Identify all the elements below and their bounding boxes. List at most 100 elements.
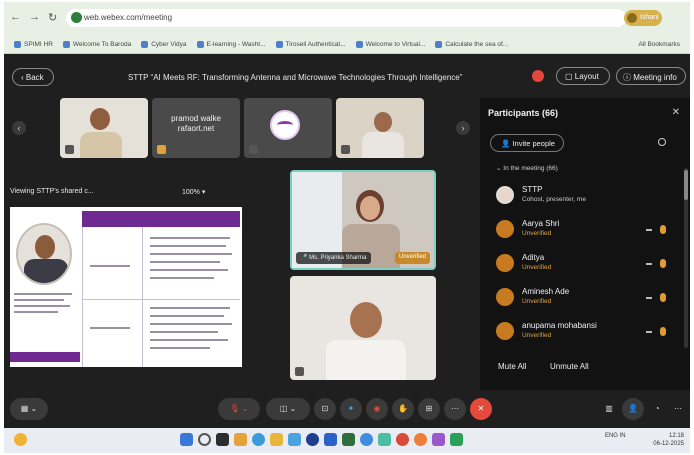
apps-button[interactable]: ⊞ — [418, 398, 440, 420]
search-icon[interactable] — [658, 138, 666, 146]
video-tile[interactable] — [244, 98, 332, 158]
photo-body — [24, 259, 68, 283]
back-button[interactable]: ‹ Back — [12, 68, 54, 86]
scrollbar-thumb[interactable] — [684, 170, 688, 200]
chrome-icon[interactable] — [396, 433, 409, 446]
bookmark-item[interactable]: Calculate the sea of... — [435, 40, 508, 48]
mic-status-icon — [249, 145, 258, 154]
slide-text-line — [150, 269, 228, 271]
mic-muted-icon[interactable] — [660, 259, 666, 268]
bookmark-icon — [355, 40, 363, 48]
share-button[interactable]: ⊡ — [314, 398, 336, 420]
video-tile[interactable] — [336, 98, 424, 158]
profile-label: Ishani — [640, 14, 659, 21]
file-explorer-icon[interactable] — [234, 433, 247, 446]
layout-button[interactable]: ▢ Layout — [556, 67, 610, 85]
participant-row[interactable]: Aarya Shri Unverified — [496, 216, 674, 246]
reactions-button[interactable]: ✋ — [392, 398, 414, 420]
participant-row[interactable]: Aditya Unverified — [496, 250, 674, 280]
weather-icon[interactable] — [14, 433, 27, 446]
start-icon[interactable] — [180, 433, 193, 446]
lang-indicator: ENG IN — [604, 433, 626, 439]
chat-bubble-icon[interactable]: ◔ — [648, 398, 666, 420]
slide-text-line — [150, 339, 228, 341]
close-icon[interactable]: ✕ — [672, 107, 680, 118]
invite-people-button[interactable]: 👤 Invite people — [490, 134, 564, 152]
view-options-button[interactable]: ▦ ⌄ — [10, 398, 48, 420]
recording-icon[interactable] — [532, 70, 544, 82]
section-label[interactable]: ⌄ In the meeting (66) — [496, 164, 558, 172]
bookmark-item[interactable]: Cyber Vidya — [141, 40, 187, 48]
back-arrow-icon[interactable]: ← — [10, 11, 21, 24]
more-panels-icon[interactable]: ⋯ — [670, 398, 686, 420]
excel-icon[interactable] — [342, 433, 355, 446]
forward-arrow-icon[interactable]: → — [29, 11, 40, 24]
meeting-info-button[interactable]: ⓘ Meeting info — [616, 67, 686, 85]
participant-row[interactable]: STTP Cohost, presenter, me — [496, 182, 674, 212]
app-icon[interactable] — [378, 433, 391, 446]
video-tile[interactable]: pramod walke rafaort.net — [152, 98, 240, 158]
camera-off-icon — [646, 229, 652, 231]
site-info-icon[interactable] — [71, 12, 82, 23]
zoom-level[interactable]: 100% ▾ — [182, 188, 205, 196]
search-icon[interactable] — [198, 433, 211, 446]
slide-text-line — [14, 299, 64, 301]
more-options-button[interactable]: ⋯ — [444, 398, 466, 420]
participant-row[interactable]: anupama mohabansi Unverified — [496, 318, 674, 348]
avatar — [496, 220, 514, 238]
video-button[interactable]: ◫ ⌄ — [266, 398, 310, 420]
participant-row[interactable]: Aminesh Ade Unverified — [496, 284, 674, 314]
bookmark-item[interactable]: Welcome to Virtual... — [355, 40, 425, 48]
bookmark-item[interactable]: Tirosell Authenticat... — [275, 40, 346, 48]
participant-name: Aminesh Ade — [522, 287, 570, 296]
strip-prev-icon[interactable]: ‹ — [12, 121, 26, 135]
participant-face — [90, 108, 110, 130]
avatar — [496, 322, 514, 340]
participants-button[interactable]: 👤 — [622, 398, 644, 420]
reload-icon[interactable]: ↻ — [48, 11, 57, 24]
address-bar[interactable]: web.webex.com/meeting — [66, 9, 626, 27]
webex-icon[interactable] — [360, 433, 373, 446]
app-icon[interactable] — [414, 433, 427, 446]
mic-muted-icon[interactable] — [660, 225, 666, 234]
share-caption: Viewing STTP's shared c... — [10, 188, 94, 195]
slide-column-divider — [142, 227, 143, 367]
mute-all-button[interactable]: Mute All — [498, 362, 526, 371]
video-tile[interactable] — [290, 276, 436, 380]
video-tile[interactable] — [60, 98, 148, 158]
profile-button[interactable]: Ishani — [624, 10, 662, 26]
store-icon[interactable] — [288, 433, 301, 446]
system-tray[interactable]: ENG IN 12:18 06-12-2025 — [605, 432, 684, 448]
bookmark-item[interactable]: SPIMI HR — [14, 40, 53, 48]
mic-muted-icon[interactable] — [660, 293, 666, 302]
app-icon[interactable] — [432, 433, 445, 446]
camera-off-icon — [646, 331, 652, 333]
ai-assistant-icon[interactable]: ✦ — [340, 398, 362, 420]
bookmark-item[interactable]: E-learning - Washt... — [196, 40, 266, 48]
all-bookmarks[interactable]: All Bookmarks — [638, 41, 680, 48]
logo-mark — [277, 121, 293, 129]
mic-muted-icon[interactable] — [660, 327, 666, 336]
app-icon[interactable] — [306, 433, 319, 446]
shared-screen[interactable] — [10, 207, 242, 367]
participant-status: Unverified — [522, 264, 552, 271]
strip-next-icon[interactable]: › — [456, 121, 470, 135]
word-icon[interactable] — [324, 433, 337, 446]
mute-button[interactable]: 🎙 ⌄ — [218, 398, 260, 420]
unverified-badge: Unverified — [394, 252, 430, 264]
record-button[interactable]: ◉ — [366, 398, 388, 420]
unmute-all-button[interactable]: Unmute All — [550, 362, 589, 371]
edge-icon[interactable] — [252, 433, 265, 446]
bookmark-icon — [141, 40, 149, 48]
chat-icon[interactable]: ▥ — [600, 398, 618, 420]
bookmark-item[interactable]: Welcome To Baroda — [62, 40, 131, 48]
leave-meeting-button[interactable]: ✕ — [470, 398, 492, 420]
task-view-icon[interactable] — [216, 433, 229, 446]
mic-status-icon — [341, 145, 350, 154]
active-speaker-tile[interactable]: 🎤 Ms. Priyanka Sharma Unverified — [290, 170, 436, 270]
slide-text-line — [150, 323, 232, 325]
folder-icon[interactable] — [270, 433, 283, 446]
app-icon[interactable] — [450, 433, 463, 446]
participant-role: Cohost, presenter, me — [522, 196, 586, 203]
logo — [270, 110, 300, 140]
